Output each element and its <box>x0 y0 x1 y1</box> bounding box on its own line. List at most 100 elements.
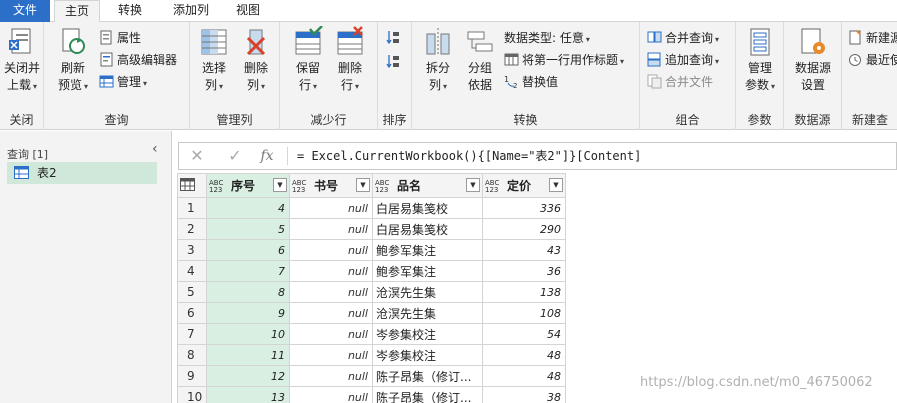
cell-price[interactable]: 336 <box>482 197 566 219</box>
table-row[interactable]: 3 6 null 鲍参军集注 43 <box>177 239 566 261</box>
column-header-book[interactable]: ABC 123 书号 ▼ <box>289 173 373 198</box>
cell-seq[interactable]: 10 <box>206 323 290 345</box>
sort-ascending-button[interactable] <box>386 28 404 48</box>
manage-parameters-button[interactable]: 管理 参数 ▾ <box>740 26 780 95</box>
use-first-row-as-headers-button[interactable]: 将第一行用作标题 ▾ <box>504 50 624 70</box>
row-number[interactable]: 2 <box>177 218 207 240</box>
cell-price[interactable]: 138 <box>482 281 566 303</box>
new-source-button[interactable]: 新建源 <box>848 28 897 48</box>
cell-seq[interactable]: 13 <box>206 386 290 403</box>
cell-seq[interactable]: 11 <box>206 344 290 366</box>
sort-descending-button[interactable] <box>386 52 404 72</box>
merge-queries-button[interactable]: 合并查询 ▾ <box>647 28 719 48</box>
row-number[interactable]: 7 <box>177 323 207 345</box>
table-row[interactable]: 5 8 null 沧溟先生集 138 <box>177 281 566 303</box>
advanced-editor-button[interactable]: 高级编辑器 <box>99 50 177 70</box>
cell-price[interactable]: 108 <box>482 302 566 324</box>
cell-price[interactable]: 54 <box>482 323 566 345</box>
cell-name[interactable]: 陈子昂集（修订... <box>372 365 483 387</box>
table-row[interactable]: 10 13 null 陈子昂集（修订... 38 <box>177 386 566 403</box>
table-row[interactable]: 2 5 null 白居易集笺校 290 <box>177 218 566 240</box>
cell-price[interactable]: 36 <box>482 260 566 282</box>
cell-name[interactable]: 白居易集笺校 <box>372 197 483 219</box>
query-item-table2[interactable]: 表2 <box>7 162 157 184</box>
manage-button[interactable]: 管理 ▾ <box>99 72 147 92</box>
collapse-pane-icon[interactable]: ‹ <box>152 141 158 157</box>
row-number[interactable]: 10 <box>177 386 207 403</box>
group-by-button[interactable]: 分组 依据 <box>462 26 498 94</box>
confirm-formula-icon[interactable]: ✓ <box>225 146 245 166</box>
append-queries-button[interactable]: 追加查询 ▾ <box>647 50 719 70</box>
cell-book[interactable]: null <box>289 260 373 282</box>
cell-price[interactable]: 38 <box>482 386 566 403</box>
cell-name[interactable]: 鲍参军集注 <box>372 260 483 282</box>
cell-seq[interactable]: 9 <box>206 302 290 324</box>
tab-transform[interactable]: 转换 <box>107 0 153 22</box>
filter-dropdown-icon[interactable]: ▼ <box>549 178 563 192</box>
cell-book[interactable]: null <box>289 323 373 345</box>
column-header-seq[interactable]: ABC 123 序号 ▼ <box>206 173 290 198</box>
cell-seq[interactable]: 12 <box>206 365 290 387</box>
cell-book[interactable]: null <box>289 386 373 403</box>
row-number[interactable]: 6 <box>177 302 207 324</box>
tab-file[interactable]: 文件 <box>0 0 50 22</box>
row-number[interactable]: 5 <box>177 281 207 303</box>
cell-book[interactable]: null <box>289 344 373 366</box>
recent-sources-button[interactable]: 最近使 <box>848 50 897 70</box>
filter-dropdown-icon[interactable]: ▼ <box>356 178 370 192</box>
cell-book[interactable]: null <box>289 239 373 261</box>
remove-rows-button[interactable]: 删除 行 ▾ <box>332 26 368 95</box>
cell-name[interactable]: 陈子昂集（修订... <box>372 386 483 403</box>
cell-seq[interactable]: 8 <box>206 281 290 303</box>
filter-dropdown-icon[interactable]: ▼ <box>466 178 480 192</box>
cell-price[interactable]: 43 <box>482 239 566 261</box>
cell-book[interactable]: null <box>289 197 373 219</box>
cell-name[interactable]: 沧溟先生集 <box>372 281 483 303</box>
cell-seq[interactable]: 4 <box>206 197 290 219</box>
table-row[interactable]: 4 7 null 鲍参军集注 36 <box>177 260 566 282</box>
table-row[interactable]: 8 11 null 岑参集校注 48 <box>177 344 566 366</box>
function-fx-icon[interactable]: fx <box>257 146 277 166</box>
cell-book[interactable]: null <box>289 302 373 324</box>
row-number[interactable]: 3 <box>177 239 207 261</box>
keep-rows-button[interactable]: 保留 行 ▾ <box>290 26 326 95</box>
row-number[interactable]: 8 <box>177 344 207 366</box>
table-row[interactable]: 1 4 null 白居易集笺校 336 <box>177 197 566 219</box>
combine-files-button[interactable]: 合并文件 <box>647 72 713 92</box>
cell-price[interactable]: 48 <box>482 344 566 366</box>
tab-home[interactable]: 主页 <box>54 0 100 23</box>
column-header-price[interactable]: ABC 123 定价 ▼ <box>482 173 566 198</box>
properties-button[interactable]: 属性 <box>99 28 141 48</box>
cell-book[interactable]: null <box>289 365 373 387</box>
row-number[interactable]: 9 <box>177 365 207 387</box>
cell-name[interactable]: 白居易集笺校 <box>372 218 483 240</box>
column-header-name[interactable]: ABC 123 品名 ▼ <box>372 173 483 198</box>
data-type-dropdown[interactable]: 数据类型: 任意 ▾ <box>504 28 590 48</box>
cell-book[interactable]: null <box>289 281 373 303</box>
select-all-corner[interactable] <box>177 173 207 198</box>
tab-add-column[interactable]: 添加列 <box>163 0 219 22</box>
cell-seq[interactable]: 7 <box>206 260 290 282</box>
formula-input[interactable]: = Excel.CurrentWorkbook(){[Name="表2"]}[C… <box>297 143 641 169</box>
close-and-load-button[interactable]: 关闭并 上载 ▾ <box>2 26 42 95</box>
cancel-formula-icon[interactable]: ✕ <box>187 146 207 166</box>
cell-price[interactable]: 48 <box>482 365 566 387</box>
refresh-preview-button[interactable]: 刷新 预览 ▾ <box>54 26 92 95</box>
cell-seq[interactable]: 6 <box>206 239 290 261</box>
row-number[interactable]: 4 <box>177 260 207 282</box>
cell-name[interactable]: 岑参集校注 <box>372 323 483 345</box>
cell-name[interactable]: 沧溟先生集 <box>372 302 483 324</box>
remove-columns-button[interactable]: 删除 列 ▾ <box>238 26 274 95</box>
choose-columns-button[interactable]: 选择 列 ▾ <box>196 26 232 95</box>
table-row[interactable]: 6 9 null 沧溟先生集 108 <box>177 302 566 324</box>
replace-values-button[interactable]: 1 2 替换值 <box>504 72 558 92</box>
split-column-button[interactable]: 拆分 列 ▾ <box>420 26 456 95</box>
row-number[interactable]: 1 <box>177 197 207 219</box>
cell-book[interactable]: null <box>289 218 373 240</box>
table-row[interactable]: 9 12 null 陈子昂集（修订... 48 <box>177 365 566 387</box>
data-source-settings-button[interactable]: 数据源 设置 <box>790 26 836 94</box>
cell-seq[interactable]: 5 <box>206 218 290 240</box>
cell-name[interactable]: 鲍参军集注 <box>372 239 483 261</box>
table-row[interactable]: 7 10 null 岑参集校注 54 <box>177 323 566 345</box>
cell-price[interactable]: 290 <box>482 218 566 240</box>
